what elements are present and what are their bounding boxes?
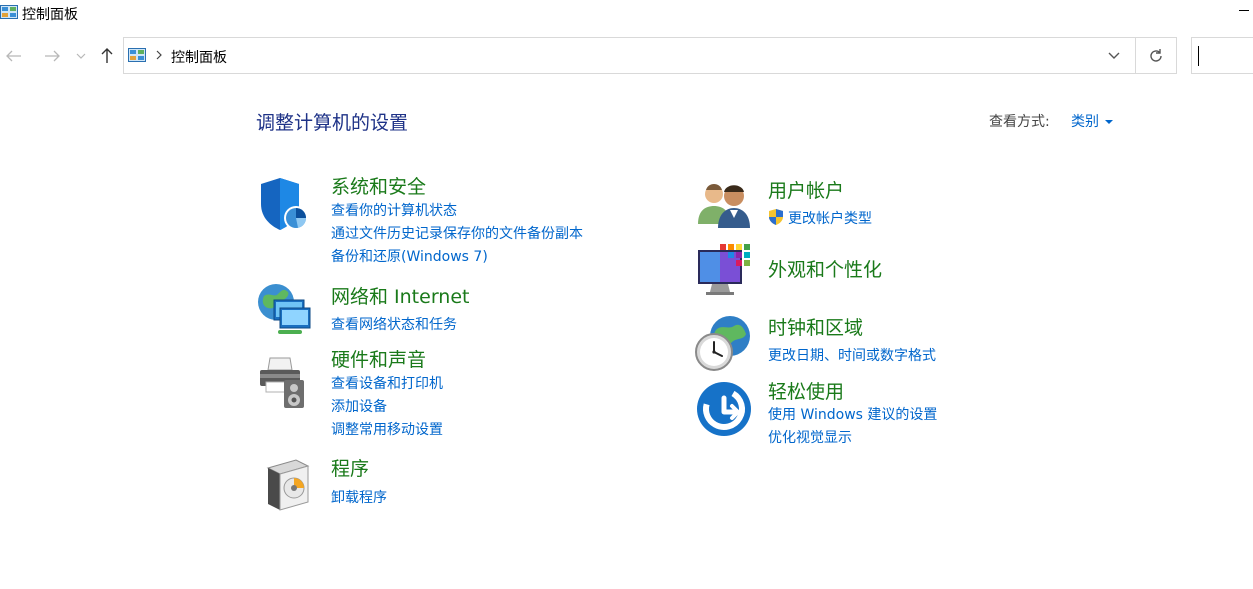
link-view-devices-printers[interactable]: 查看设备和打印机 (331, 373, 443, 393)
address-dropdown-button[interactable] (1100, 38, 1128, 73)
search-input[interactable] (1192, 38, 1253, 75)
link-backup-restore[interactable]: 备份和还原(Windows 7) (331, 246, 488, 266)
programs-disc-icon[interactable] (262, 456, 320, 514)
link-mobility-settings[interactable]: 调整常用移动设置 (331, 419, 443, 439)
ease-of-access-icon[interactable] (696, 380, 754, 438)
breadcrumb-chevron-icon[interactable] (154, 48, 164, 62)
text-caret (1198, 46, 1199, 66)
category-programs[interactable]: 程序 (331, 454, 369, 481)
view-by-dropdown[interactable]: 类别 (1071, 111, 1113, 131)
window-title: 控制面板 (22, 7, 78, 23)
link-change-account-type[interactable]: 更改帐户类型 (788, 208, 872, 228)
link-optimize-visual-display[interactable]: 优化视觉显示 (768, 427, 852, 447)
category-system-security[interactable]: 系统和安全 (331, 172, 426, 199)
dropdown-triangle-icon (1105, 120, 1113, 124)
address-bar[interactable]: 控制面板 (123, 37, 1177, 74)
chevron-down-icon (1108, 52, 1120, 59)
user-accounts-icon[interactable] (696, 178, 754, 236)
view-by-value: 类别 (1071, 114, 1099, 130)
arrow-left-icon (6, 50, 21, 62)
link-uninstall-program[interactable]: 卸载程序 (331, 487, 387, 507)
chevron-down-icon (76, 53, 86, 59)
link-windows-recommended-settings[interactable]: 使用 Windows 建议的设置 (768, 404, 937, 424)
link-change-date-time-format[interactable]: 更改日期、时间或数字格式 (768, 345, 936, 365)
view-by-label: 查看方式: (989, 114, 1050, 130)
search-box[interactable] (1191, 37, 1253, 75)
arrow-right-icon (45, 50, 60, 62)
breadcrumb-control-panel[interactable]: 控制面板 (171, 47, 227, 67)
category-ease-of-access[interactable]: 轻松使用 (768, 377, 844, 404)
refresh-icon (1150, 48, 1162, 62)
link-file-history-backup[interactable]: 通过文件历史记录保存你的文件备份副本 (331, 223, 583, 243)
up-button[interactable] (95, 44, 119, 68)
link-view-computer-status[interactable]: 查看你的计算机状态 (331, 200, 457, 220)
category-network-internet[interactable]: 网络和 Internet (331, 282, 469, 309)
uac-shield-icon (769, 209, 783, 225)
title-bar: 控制面板 (0, 0, 1253, 28)
shield-icon[interactable] (258, 176, 316, 234)
category-clock-region[interactable]: 时钟和区域 (768, 313, 863, 340)
recent-locations-button[interactable] (70, 44, 92, 68)
category-hardware-sound[interactable]: 硬件和声音 (331, 345, 426, 372)
page-title: 调整计算机的设置 (256, 112, 409, 134)
category-user-accounts[interactable]: 用户帐户 (768, 176, 844, 203)
minimize-button[interactable] (1237, 2, 1251, 14)
arrow-up-icon (101, 48, 113, 63)
refresh-button[interactable] (1135, 38, 1176, 73)
category-appearance-personalization[interactable]: 外观和个性化 (768, 255, 882, 282)
forward-button[interactable] (40, 44, 64, 68)
appearance-monitor-icon[interactable] (696, 242, 754, 300)
link-view-network-status[interactable]: 查看网络状态和任务 (331, 314, 457, 334)
clock-globe-icon[interactable] (694, 314, 752, 372)
control-panel-icon (128, 48, 146, 62)
link-add-device[interactable]: 添加设备 (331, 396, 387, 416)
printer-speaker-icon[interactable] (256, 352, 314, 410)
network-globe-icon[interactable] (256, 280, 314, 338)
control-panel-icon (0, 5, 18, 19)
back-button[interactable] (2, 44, 26, 68)
